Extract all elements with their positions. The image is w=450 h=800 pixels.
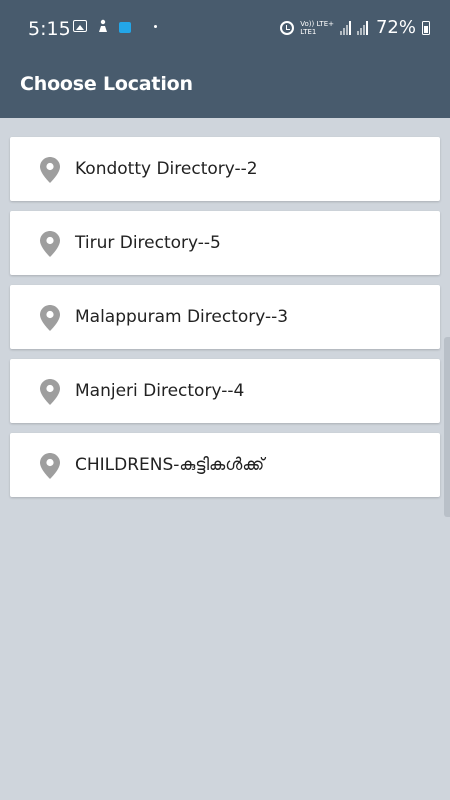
volte-line2: LTE1	[300, 27, 317, 36]
location-item-childrens[interactable]: CHILDRENS-കുട്ടികൾക്ക്	[10, 433, 440, 497]
location-label: Kondotty Directory--2	[75, 159, 258, 179]
location-pin-icon	[40, 231, 60, 257]
location-pin-icon	[40, 453, 60, 479]
location-label: Manjeri Directory--4	[75, 381, 245, 401]
status-bar: 5:15 Vo)) LTE+ LTE1 72%	[0, 0, 450, 60]
location-label: CHILDRENS-കുട്ടികൾക്ക്	[75, 455, 265, 475]
volte-indicator: Vo)) LTE+ LTE1	[300, 20, 334, 36]
location-pin-icon	[40, 305, 60, 331]
app-header: 5:15 Vo)) LTE+ LTE1 72% Choose Location	[0, 0, 450, 118]
volte-line1: Vo)) LTE+	[300, 19, 334, 28]
signal-icon-2	[356, 20, 368, 35]
page-title: Choose Location	[20, 73, 193, 95]
scroll-handle[interactable]	[444, 337, 450, 517]
signal-icon	[339, 20, 351, 35]
battery-icon	[422, 20, 430, 35]
location-list: Kondotty Directory--2 Tirur Directory--5…	[10, 137, 440, 507]
notification-icons	[73, 19, 157, 33]
location-pin-icon	[40, 379, 60, 405]
location-label: Malappuram Directory--3	[75, 307, 289, 327]
location-item-tirur[interactable]: Tirur Directory--5	[10, 211, 440, 275]
figure-icon	[96, 19, 110, 33]
status-time: 5:15	[28, 18, 71, 40]
location-item-manjeri[interactable]: Manjeri Directory--4	[10, 359, 440, 423]
system-status-icons: Vo)) LTE+ LTE1 72%	[280, 17, 430, 38]
dot-icon	[154, 24, 157, 28]
location-item-kondotty[interactable]: Kondotty Directory--2	[10, 137, 440, 201]
location-label: Tirur Directory--5	[75, 233, 221, 253]
gallery-icon	[73, 20, 87, 32]
location-pin-icon	[40, 157, 60, 183]
location-item-malappuram[interactable]: Malappuram Directory--3	[10, 285, 440, 349]
alarm-icon	[280, 20, 295, 35]
battery-percent: 72%	[375, 17, 416, 38]
shopping-bag-icon	[119, 22, 131, 33]
